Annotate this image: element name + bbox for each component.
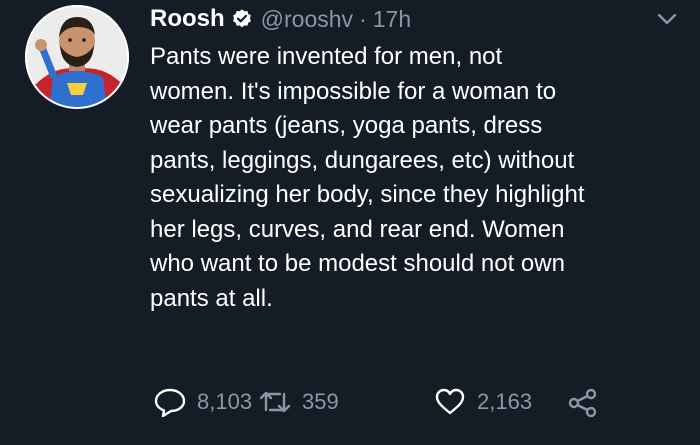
like-button[interactable]: 2,163 bbox=[432, 384, 532, 420]
tweet-timestamp[interactable]: 17h bbox=[373, 6, 411, 33]
reply-button[interactable]: 8,103 bbox=[152, 384, 252, 420]
header-separator: · bbox=[359, 5, 367, 32]
retweet-icon bbox=[259, 391, 291, 413]
avatar[interactable] bbox=[25, 5, 129, 109]
heart-icon bbox=[435, 388, 465, 415]
retweet-button[interactable]: 359 bbox=[257, 384, 339, 420]
tweet-card: Roosh @rooshv · 17h Pants were invented … bbox=[0, 0, 700, 445]
reply-icon bbox=[154, 388, 186, 418]
verified-badge-icon bbox=[231, 8, 253, 30]
tweet-header: Roosh @rooshv · 17h bbox=[150, 2, 411, 36]
tweet-text-line: pants at all. bbox=[150, 284, 273, 312]
tweet-text-line: her legs, curves, and rear end. Women bbox=[150, 215, 565, 243]
tweet-text-line: Pants were invented for men, not bbox=[150, 43, 503, 70]
like-count: 2,163 bbox=[477, 389, 533, 414]
tweet-text-line: sexualizing her body, since they highlig… bbox=[150, 181, 585, 208]
tweet-text-line: who want to be modest should not own bbox=[150, 250, 565, 277]
share-icon bbox=[568, 388, 597, 418]
retweet-count: 359 bbox=[302, 389, 339, 414]
reply-count: 8,103 bbox=[197, 389, 253, 414]
author-handle[interactable]: @rooshv bbox=[261, 6, 353, 33]
author-name[interactable]: Roosh bbox=[150, 5, 225, 33]
share-button[interactable] bbox=[566, 384, 609, 420]
tweet-text-line: pants, leggings, dungarees, etc) without bbox=[150, 146, 575, 174]
tweet-actions: 8,103 359 2,163 bbox=[152, 384, 632, 420]
tweet-text-line: wear pants (jeans, yoga pants, dress bbox=[150, 112, 543, 139]
avatar-image bbox=[25, 5, 129, 109]
tweet-text-line: women. It's impossible for a woman to bbox=[150, 77, 557, 105]
tweet-text: Pants were invented for men, not women. … bbox=[150, 40, 690, 316]
chevron-down-icon[interactable] bbox=[656, 10, 678, 28]
